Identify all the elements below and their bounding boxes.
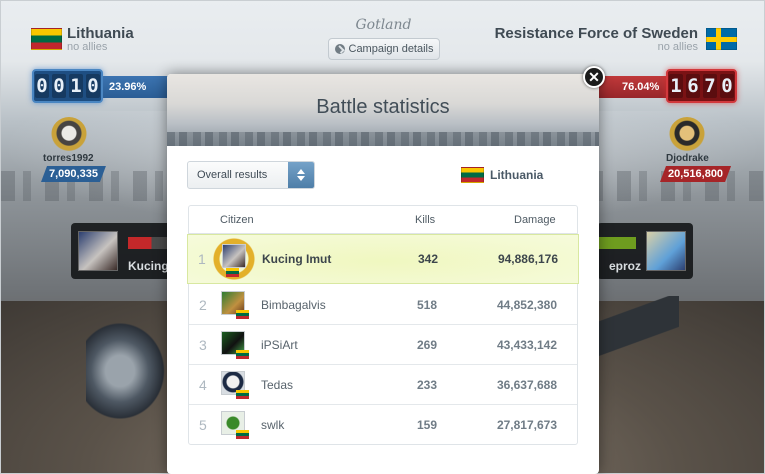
lithuania-flag-icon (226, 268, 239, 277)
right-hero-name[interactable]: Djodrake (666, 153, 709, 164)
table-header: Citizen Kills Damage (189, 206, 577, 234)
tank-illustration (86, 316, 171, 426)
citizen-name[interactable]: Tedas (261, 378, 293, 392)
left-hero-avatar[interactable] (51, 117, 87, 153)
score-digit: 1 (69, 74, 83, 98)
left-fighter-card: Kucing (71, 223, 171, 279)
table-row[interactable]: 1 Kucing Imut 342 94,886,176 (187, 234, 579, 284)
right-fighter-card: eproz (593, 223, 693, 279)
citizen-name[interactable]: Bimbagalvis (261, 298, 326, 312)
table-row[interactable]: 3 iPSiArt 269 43,433,142 (189, 325, 577, 365)
table-row[interactable]: 2 Bimbagalvis 518 44,852,380 (189, 285, 577, 325)
row-rank: 2 (199, 297, 207, 313)
damage-value: 27,817,673 (496, 418, 557, 432)
score-digit: 0 (35, 74, 49, 98)
avatar[interactable] (222, 244, 246, 268)
avatar[interactable] (78, 231, 118, 271)
weapon-illustration (599, 296, 679, 366)
lithuania-flag-icon (236, 430, 249, 439)
score-digit: 1 (669, 74, 683, 98)
score-digit: 0 (52, 74, 66, 98)
right-allies: no allies (657, 41, 698, 53)
lithuania-flag-icon (236, 310, 249, 319)
score-digit: 7 (703, 74, 717, 98)
row-rank: 4 (199, 377, 207, 393)
modal-header: Battle statistics (167, 74, 599, 146)
score-digit: 0 (720, 74, 734, 98)
table-row[interactable]: 4 Tedas 233 36,637,688 (189, 365, 577, 405)
right-score: 1 6 7 0 (666, 69, 737, 103)
column-kills: Kills (415, 214, 436, 226)
right-hero-avatar[interactable] (669, 117, 705, 153)
lithuania-flag-icon (236, 390, 249, 399)
campaign-title: Gotland (355, 17, 412, 33)
lithuania-flag-icon (236, 350, 249, 359)
score-digit: 6 (686, 74, 700, 98)
left-hero-damage: 7,090,335 (41, 166, 106, 182)
left-score: 0 0 1 0 (32, 69, 103, 103)
health-bar (593, 237, 636, 249)
selected-country-name: Lithuania (490, 168, 544, 182)
health-bar (128, 237, 171, 249)
column-citizen: Citizen (220, 214, 254, 226)
results-filter-select[interactable]: Overall results (187, 161, 315, 189)
citizen-name[interactable]: iPSiArt (261, 338, 298, 352)
table-row[interactable]: 5 swlk 159 27,817,673 (189, 405, 577, 445)
row-rank: 3 (199, 337, 207, 353)
score-digit: 0 (86, 74, 100, 98)
modal-title: Battle statistics (316, 96, 450, 118)
citizen-name[interactable]: Kucing Imut (262, 252, 331, 266)
avatar[interactable] (646, 231, 686, 271)
left-domination-percent: 23.96% (109, 81, 147, 93)
selected-country[interactable]: Lithuania (461, 167, 543, 183)
fighter-name: eproz (609, 259, 642, 273)
campaign-details-button[interactable]: Campaign details (328, 38, 440, 60)
right-hero-damage: 20,516,800 (660, 166, 731, 182)
damage-value: 43,433,142 (496, 338, 557, 352)
select-arrows-icon[interactable] (288, 162, 314, 188)
results-filter-value: Overall results (197, 169, 268, 181)
damage-value: 94,886,176 (497, 252, 558, 266)
damage-value: 44,852,380 (496, 298, 557, 312)
statistics-table: Citizen Kills Damage 1 Kucing Imut 342 9… (187, 205, 579, 445)
citizen-name[interactable]: swlk (261, 418, 284, 432)
close-icon[interactable]: ✕ (583, 66, 605, 88)
column-damage: Damage (514, 214, 556, 226)
left-hero-name[interactable]: torres1992 (43, 153, 94, 164)
right-domination-percent: 76.04% (622, 81, 660, 93)
damage-value: 36,637,688 (496, 378, 557, 392)
campaign-details-label: Campaign details (348, 43, 434, 55)
fighter-name: Kucing (128, 259, 169, 273)
lithuania-flag-icon (461, 167, 484, 183)
battle-statistics-modal: Battle statistics Overall results Lithua… (167, 74, 599, 474)
left-allies: no allies (67, 41, 108, 53)
row-rank: 5 (199, 417, 207, 433)
row-rank: 1 (198, 251, 206, 267)
arrow-circle-icon (334, 44, 345, 54)
